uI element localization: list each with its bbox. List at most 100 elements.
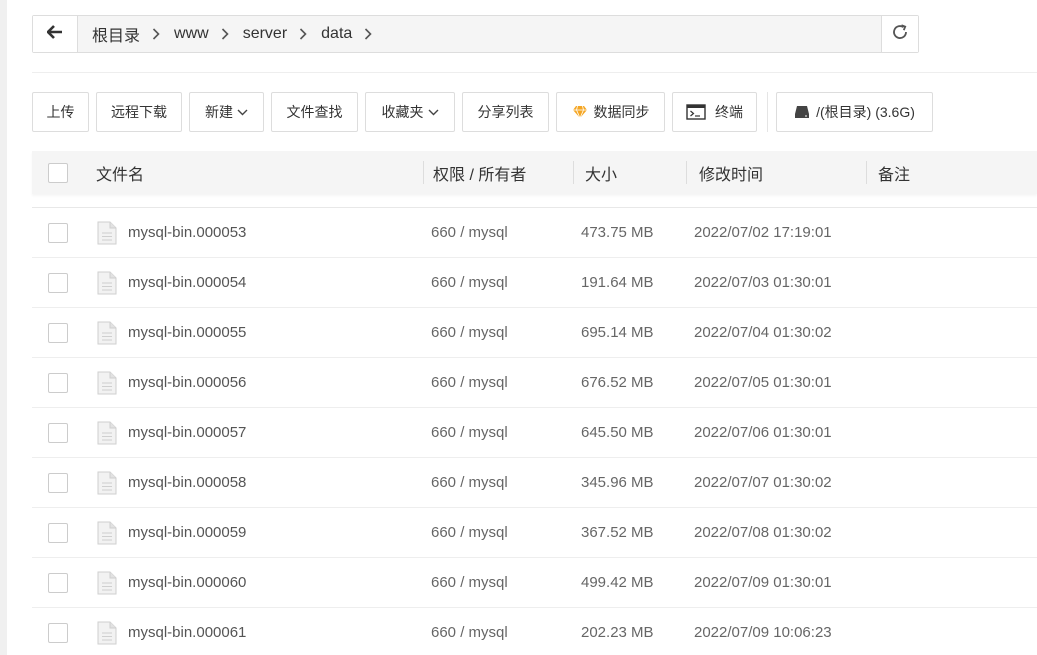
toolbar-separator xyxy=(767,92,768,132)
file-size-text: 367.52 MB xyxy=(581,524,654,541)
file-name-cell[interactable]: mysql-bin.000058 xyxy=(84,458,423,508)
file-list: mysql-bin.000053 660 / mysql 473.75 MB 2022… xyxy=(32,207,1037,655)
table-row[interactable]: mysql-bin.000056 660 / mysql 676.52 MB 2022… xyxy=(32,358,1037,408)
share-list-button[interactable]: 分享列表 xyxy=(462,92,549,132)
table-row[interactable]: mysql-bin.000057 660 / mysql 645.50 MB 2022… xyxy=(32,408,1037,458)
row-checkbox[interactable] xyxy=(48,272,68,293)
upload-button[interactable]: 上传 xyxy=(32,92,89,132)
header-name[interactable]: 文件名 xyxy=(84,151,423,194)
header-size-label: 大小 xyxy=(585,166,618,184)
file-size: 695.14 MB xyxy=(573,308,686,358)
table-row[interactable]: mysql-bin.000054 660 / mysql 191.64 MB 2022… xyxy=(32,258,1037,308)
file-name[interactable]: mysql-bin.000055 xyxy=(128,324,246,341)
header-mtime[interactable]: 修改时间 xyxy=(686,151,866,194)
file-name[interactable]: mysql-bin.000056 xyxy=(128,374,246,391)
file-search-button[interactable]: 文件查找 xyxy=(271,92,358,132)
header-name-label: 文件名 xyxy=(96,166,145,184)
file-name[interactable]: mysql-bin.000054 xyxy=(128,274,246,291)
table-row[interactable]: mysql-bin.000059 660 / mysql 367.52 MB 2022… xyxy=(32,508,1037,558)
new-dropdown-button[interactable]: 新建 xyxy=(189,92,264,132)
row-checkbox[interactable] xyxy=(48,222,68,243)
file-mtime-text: 2022/07/06 01:30:01 xyxy=(694,424,832,441)
row-checkbox[interactable] xyxy=(48,572,68,593)
file-name[interactable]: mysql-bin.000053 xyxy=(128,224,246,241)
file-name-cell[interactable]: mysql-bin.000057 xyxy=(84,408,423,458)
file-name[interactable]: mysql-bin.000058 xyxy=(128,474,246,491)
file-perm[interactable]: 660 / mysql xyxy=(423,408,573,458)
header-note[interactable]: 备注 xyxy=(866,151,1037,194)
row-check-cell xyxy=(32,458,84,508)
file-mtime-text: 2022/07/09 01:30:01 xyxy=(694,574,832,591)
file-perm[interactable]: 660 / mysql xyxy=(423,608,573,655)
file-name-cell[interactable]: mysql-bin.000055 xyxy=(84,308,423,358)
select-all-checkbox[interactable] xyxy=(48,162,68,183)
row-check-cell xyxy=(32,408,84,458)
file-mtime: 2022/07/04 01:30:02 xyxy=(686,308,866,358)
data-sync-label: 数据同步 xyxy=(593,104,650,120)
upload-label: 上传 xyxy=(46,104,75,120)
file-perm-text: 660 / mysql xyxy=(431,424,508,441)
file-icon xyxy=(97,271,117,295)
file-size-text: 676.52 MB xyxy=(581,374,654,391)
refresh-button[interactable] xyxy=(881,16,918,52)
breadcrumb-label: data xyxy=(321,25,353,42)
file-perm[interactable]: 660 / mysql xyxy=(423,458,573,508)
remote-download-button[interactable]: 远程下载 xyxy=(96,92,182,132)
row-checkbox[interactable] xyxy=(48,422,68,443)
breadcrumb-item-server[interactable]: server xyxy=(239,25,317,43)
file-mtime-text: 2022/07/09 10:06:23 xyxy=(694,624,832,641)
file-perm[interactable]: 660 / mysql xyxy=(423,208,573,258)
breadcrumb-item-www[interactable]: www xyxy=(170,25,239,43)
file-size-text: 202.23 MB xyxy=(581,624,654,641)
terminal-button[interactable]: 终端 xyxy=(672,92,757,132)
file-perm-text: 660 / mysql xyxy=(431,324,508,341)
file-name-cell[interactable]: mysql-bin.000054 xyxy=(84,258,423,308)
table-row[interactable]: mysql-bin.000055 660 / mysql 695.14 MB 2022… xyxy=(32,308,1037,358)
file-name-cell[interactable]: mysql-bin.000061 xyxy=(84,608,423,655)
back-button[interactable] xyxy=(33,16,78,52)
row-checkbox[interactable] xyxy=(48,622,68,643)
file-name-cell[interactable]: mysql-bin.000056 xyxy=(84,358,423,408)
header-perm-label: 权限 / 所有者 xyxy=(433,166,527,184)
file-perm[interactable]: 660 / mysql xyxy=(423,258,573,308)
file-name-cell[interactable]: mysql-bin.000060 xyxy=(84,558,423,608)
file-perm[interactable]: 660 / mysql xyxy=(423,358,573,408)
file-name[interactable]: mysql-bin.000059 xyxy=(128,524,246,541)
header-perm[interactable]: 权限 / 所有者 xyxy=(423,151,573,194)
file-size: 473.75 MB xyxy=(573,208,686,258)
file-name-cell[interactable]: mysql-bin.000059 xyxy=(84,508,423,558)
disk-button[interactable]: /(根目录) (3.6G) xyxy=(776,92,933,132)
file-perm[interactable]: 660 / mysql xyxy=(423,558,573,608)
table-row[interactable]: mysql-bin.000058 660 / mysql 345.96 MB 2022… xyxy=(32,458,1037,508)
path-bar: 根目录 www server data xyxy=(32,15,919,53)
table-row[interactable]: mysql-bin.000060 660 / mysql 499.42 MB 2022… xyxy=(32,558,1037,608)
row-checkbox[interactable] xyxy=(48,322,68,343)
row-checkbox[interactable] xyxy=(48,372,68,393)
file-icon xyxy=(97,421,117,445)
row-checkbox[interactable] xyxy=(48,522,68,543)
breadcrumb-item-root[interactable]: 根目录 xyxy=(88,22,170,46)
file-name[interactable]: mysql-bin.000057 xyxy=(128,424,246,441)
terminal-icon xyxy=(686,104,706,120)
breadcrumb-label: 根目录 xyxy=(92,28,141,45)
header-size[interactable]: 大小 xyxy=(573,151,686,194)
data-sync-button[interactable]: 数据同步 xyxy=(556,92,665,132)
favorites-dropdown-button[interactable]: 收藏夹 xyxy=(365,92,455,132)
file-mtime: 2022/07/05 01:30:01 xyxy=(686,358,866,408)
file-name[interactable]: mysql-bin.000060 xyxy=(128,574,246,591)
row-check-cell xyxy=(32,358,84,408)
file-perm[interactable]: 660 / mysql xyxy=(423,308,573,358)
file-size: 499.42 MB xyxy=(573,558,686,608)
file-name-cell[interactable]: mysql-bin.000053 xyxy=(84,208,423,258)
file-size: 676.52 MB xyxy=(573,358,686,408)
file-perm-text: 660 / mysql xyxy=(431,574,508,591)
breadcrumb-label: www xyxy=(174,25,209,42)
table-row[interactable]: mysql-bin.000053 660 / mysql 473.75 MB 2022… xyxy=(32,208,1037,258)
file-icon xyxy=(97,221,117,245)
breadcrumb-item-data[interactable]: data xyxy=(317,25,382,43)
row-checkbox[interactable] xyxy=(48,472,68,493)
table-row[interactable]: mysql-bin.000061 660 / mysql 202.23 MB 2022… xyxy=(32,608,1037,655)
file-size-text: 499.42 MB xyxy=(581,574,654,591)
file-name[interactable]: mysql-bin.000061 xyxy=(128,624,246,641)
file-perm[interactable]: 660 / mysql xyxy=(423,508,573,558)
